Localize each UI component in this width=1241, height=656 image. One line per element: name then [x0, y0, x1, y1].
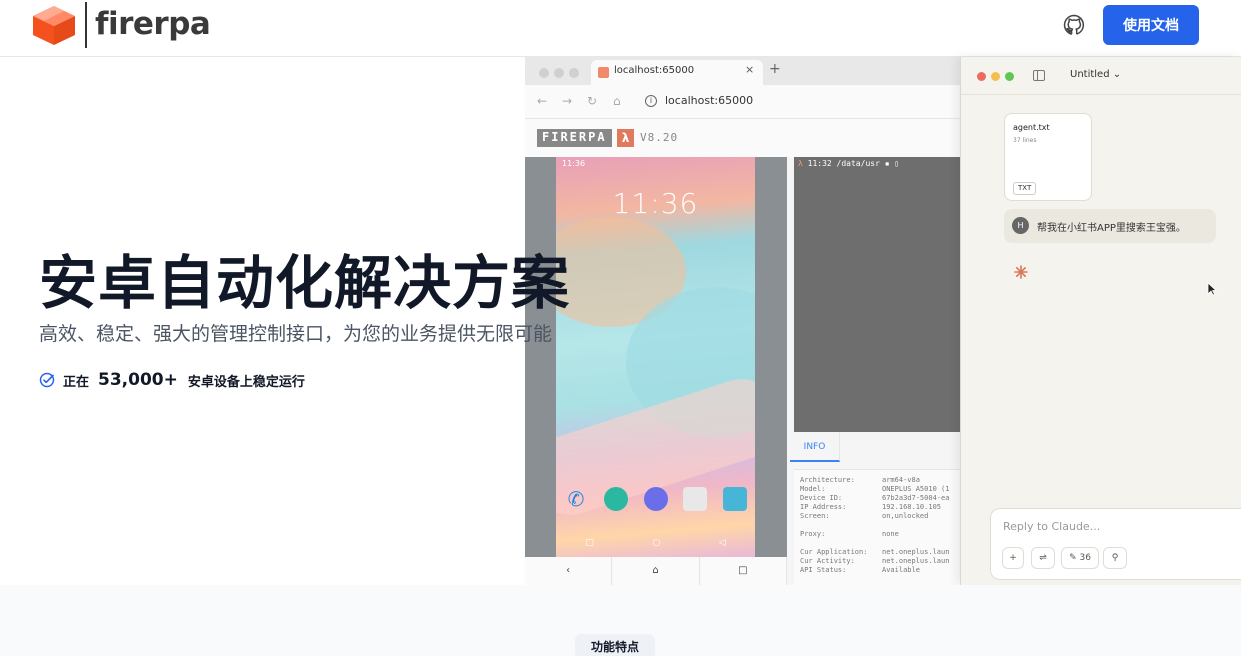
hero-subtitle: 高效、稳定、强大的管理控制接口，为您的业务提供无限可能	[39, 323, 553, 345]
stat-number: 53,000+	[98, 370, 178, 390]
hero-title: 安卓自动化解决方案	[39, 249, 571, 317]
gallery-app-icon[interactable]	[723, 487, 747, 511]
terminal-text: 11:32 /data/usr ▪ ▯	[802, 159, 900, 168]
site-info-icon[interactable]: i	[645, 95, 657, 107]
phone-app-icon[interactable]: ✆	[564, 487, 588, 511]
top-navbar: firerpa 使用文档	[0, 0, 1241, 57]
control-recents-icon[interactable]: □	[700, 557, 787, 585]
add-icon[interactable]: +	[1002, 547, 1024, 569]
settings-sliders-icon[interactable]: ⇌	[1031, 547, 1055, 569]
control-home-icon[interactable]: ⌂	[612, 557, 700, 585]
terminal-panel[interactable]: λ 11:32 /data/usr ▪ ▯	[794, 157, 965, 432]
message-text: 帮我在小红书APP里搜索王宝强。	[1037, 223, 1186, 234]
info-row: Proxy: none	[800, 530, 899, 538]
app-version: V8.20	[640, 131, 679, 144]
chat-title[interactable]: Untitled ⌄	[1070, 69, 1121, 80]
favicon-icon	[598, 67, 609, 78]
browser-tabbar: localhost:65000 × +	[525, 57, 965, 85]
box-logo-icon[interactable]	[31, 4, 77, 46]
logo-divider	[85, 2, 87, 48]
info-row: IP Address: 192.168.10.105	[800, 503, 942, 511]
github-icon[interactable]	[1062, 13, 1086, 37]
window-dot	[569, 68, 579, 78]
avatar: H	[1012, 217, 1029, 234]
attachment-card[interactable]: agent.txt 37 lines TXT	[1004, 113, 1092, 201]
chat-titlebar: Untitled ⌄	[961, 57, 1241, 95]
close-tab-icon[interactable]: ×	[745, 63, 754, 76]
info-row: API Status: Available	[800, 566, 920, 574]
browser-app-icon[interactable]	[643, 487, 668, 511]
home-circle-icon[interactable]: ○	[652, 538, 660, 548]
chat-window-preview: Untitled ⌄ agent.txt 37 lines TXT H 帮我在小…	[960, 57, 1241, 585]
reply-placeholder[interactable]: Reply to Claude...	[1003, 520, 1100, 533]
browser-window-preview: localhost:65000 × + ← → ↻ ⌂ i localhost:…	[525, 57, 965, 585]
info-row: Screen: on,unlocked	[800, 512, 929, 520]
phone-controls: ‹ ⌂ □	[525, 557, 787, 585]
messages-app-icon[interactable]	[603, 487, 628, 511]
recents-icon[interactable]: □	[585, 538, 594, 548]
app-dock: ✆	[564, 487, 747, 513]
info-row: Model: ONEPLUS A5010 (1	[800, 485, 950, 493]
reload-icon[interactable]: ↻	[587, 94, 597, 108]
features-section: 功能特点	[0, 585, 1241, 656]
docs-button[interactable]: 使用文档	[1103, 5, 1199, 45]
lambda-icon: λ	[617, 129, 634, 147]
minimize-dot[interactable]	[991, 72, 1000, 81]
tab-title: localhost:65000	[614, 65, 695, 76]
control-back-icon[interactable]: ‹	[525, 557, 613, 585]
tools-count-button[interactable]: ✎ 36	[1061, 547, 1099, 569]
extension-icon[interactable]: ⚲	[1103, 547, 1127, 569]
home-icon[interactable]: ⌂	[613, 94, 621, 108]
brand-name[interactable]: firerpa	[95, 4, 211, 44]
app-header: FIRERPA λ V8.20	[525, 119, 965, 157]
app-brand: FIRERPA	[537, 129, 612, 147]
attachment-type-badge: TXT	[1013, 182, 1037, 195]
url-text[interactable]: localhost:65000	[665, 94, 753, 107]
window-dot	[539, 68, 549, 78]
info-row: Architecture: arm64-v8a	[800, 476, 920, 484]
stat-suffix: 安卓设备上稳定运行	[187, 374, 305, 390]
attachment-name: agent.txt	[1013, 123, 1050, 132]
address-bar: ← → ↻ ⌂ i localhost:65000	[525, 85, 965, 119]
new-tab-icon[interactable]: +	[769, 61, 781, 77]
reply-box[interactable]: Reply to Claude... + ⇌ ✎ 36 ⚲	[990, 508, 1241, 580]
device-info-panel: Architecture: arm64-v8a Model: ONEPLUS A50…	[794, 469, 965, 585]
attachment-lines: 37 lines	[1013, 137, 1037, 144]
phone-screen[interactable]: 11:36 11:36 ✆ □ ○ ◁	[556, 157, 755, 557]
back-triangle-icon[interactable]: ◁	[719, 538, 726, 548]
status-bar-time: 11:36	[562, 159, 586, 168]
sidebar-toggle-icon[interactable]	[1033, 70, 1045, 81]
sparkle-icon	[1014, 265, 1028, 279]
mouse-cursor-icon	[1207, 282, 1217, 296]
info-row: Cur Activity: net.oneplus.laun	[800, 557, 950, 565]
tab-info[interactable]: INFO	[790, 432, 840, 462]
check-circle-icon	[39, 372, 55, 388]
info-row: Device ID: 67b2a3d7-5004-ea	[800, 494, 950, 502]
stat-prefix: 正在	[63, 374, 90, 390]
user-message: H 帮我在小红书APP里搜索王宝强。	[1004, 209, 1216, 243]
lock-screen-clock: 11:36	[612, 187, 699, 220]
browser-tab[interactable]: localhost:65000 ×	[591, 60, 763, 85]
info-row: Cur Application: net.oneplus.laun	[800, 548, 950, 556]
info-tabbar: INFO	[790, 432, 965, 462]
back-icon[interactable]: ←	[537, 94, 547, 108]
terminal-line: λ 11:32 /data/usr ▪ ▯	[798, 159, 899, 168]
maximize-dot[interactable]	[1005, 72, 1014, 81]
phone-navbar: □ ○ ◁	[556, 533, 755, 553]
window-dot	[554, 68, 564, 78]
usage-stat: 正在 53,000+ 安卓设备上稳定运行	[39, 368, 305, 392]
close-dot[interactable]	[977, 72, 986, 81]
section-badge: 功能特点	[575, 634, 655, 656]
camera-app-icon[interactable]	[683, 487, 708, 511]
forward-icon[interactable]: →	[562, 94, 572, 108]
